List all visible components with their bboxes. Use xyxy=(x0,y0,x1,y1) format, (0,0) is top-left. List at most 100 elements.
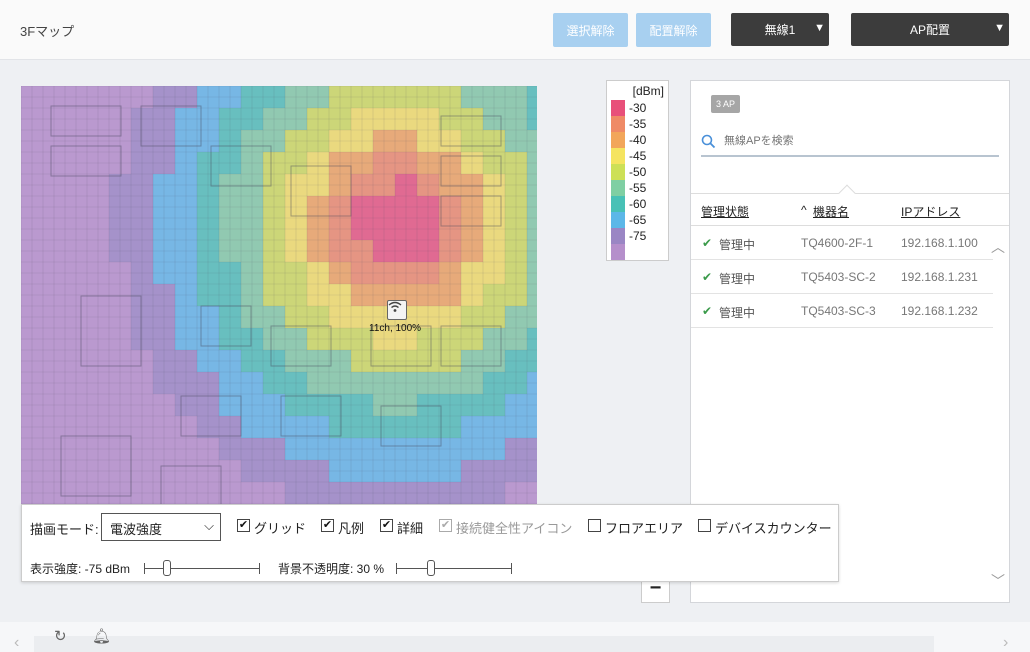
map-controls: 描画モード: 電波強度 ⌵ ✔ グリッド ✔ 凡例 ✔ 詳細 ✔ 接続健全性アイ… xyxy=(21,504,839,582)
status-cell: 管理中 xyxy=(719,272,756,286)
draw-mode-label: 描画モード: xyxy=(30,522,99,537)
legend-swatch xyxy=(611,196,625,212)
legend-value: -50 xyxy=(629,165,647,179)
device-cell: TQ5403-SC-2 xyxy=(801,270,876,284)
legend-value: -35 xyxy=(629,117,647,131)
search-icon xyxy=(701,134,716,148)
bell-icon[interactable]: 🔔︎ xyxy=(92,627,111,645)
legend-item: -35 xyxy=(611,116,664,132)
ap-place-select[interactable]: AP配置 ▼ xyxy=(851,13,1009,46)
legend-unit: [dBm] xyxy=(632,84,664,98)
refresh-icon[interactable]: ↻ xyxy=(54,627,67,645)
opacity-slider-thumb[interactable] xyxy=(426,560,435,576)
legend-swatch xyxy=(611,244,625,260)
legend-swatch xyxy=(611,180,625,196)
table-header: 管理状態 ^ 機器名 IPアドレス xyxy=(691,184,1009,226)
floor-map[interactable]: 11ch, 100% xyxy=(21,86,537,526)
legend-value: -55 xyxy=(629,181,647,195)
caret-down-icon: ▼ xyxy=(814,22,825,34)
signal-legend: [dBm] -30 -35 -40 -45 -50 -55 -60 -65 -75 xyxy=(606,80,669,261)
device-cell: TQ5403-SC-3 xyxy=(801,304,876,318)
health-icon-checkbox: ✔ xyxy=(439,519,452,532)
grid-checkbox[interactable]: ✔ xyxy=(237,519,250,532)
sort-notch xyxy=(838,184,856,202)
search-input[interactable] xyxy=(722,134,982,148)
column-status[interactable]: 管理状態 xyxy=(701,203,749,220)
legend-value: -45 xyxy=(629,149,647,163)
access-point-marker[interactable] xyxy=(387,300,407,320)
heatmap xyxy=(21,86,537,526)
ap-place-select-value: AP配置 xyxy=(909,23,950,37)
scroll-down-icon[interactable]: ﹀ xyxy=(991,571,1005,591)
legend-item: -55 xyxy=(611,180,664,196)
status-cell: 管理中 xyxy=(719,238,756,252)
legend-swatch xyxy=(611,148,625,164)
ip-cell: 192.168.1.100 xyxy=(901,236,978,250)
check-icon: ✔ xyxy=(702,236,713,250)
opacity-label: 背景不透明度: 30 % xyxy=(278,562,385,576)
legend-swatch xyxy=(611,132,625,148)
timeline-track[interactable] xyxy=(34,636,934,652)
draw-mode-value: 電波強度 xyxy=(110,522,163,537)
ip-cell: 192.168.1.232 xyxy=(901,304,978,318)
strength-label: 表示強度: -75 dBm xyxy=(30,562,131,576)
table-row[interactable]: ✔ 管理中 TQ5403-SC-3 192.168.1.232 xyxy=(691,294,993,328)
chevron-down-icon: ⌵ xyxy=(204,518,214,533)
legend-swatch xyxy=(611,100,625,116)
search-box xyxy=(701,127,999,157)
scroll-up-icon[interactable]: ︿ xyxy=(991,237,1005,257)
device-cell: TQ4600-2F-1 xyxy=(801,236,874,250)
ap-count-badge: 3 AP xyxy=(711,95,741,113)
legend-item: -60 xyxy=(611,196,664,212)
floor-area-checkbox-label: フロアエリア xyxy=(605,521,684,536)
floor-area-checkbox[interactable] xyxy=(588,519,601,532)
column-device[interactable]: 機器名 xyxy=(813,203,849,220)
legend-swatch xyxy=(611,212,625,228)
legend-swatch xyxy=(611,228,625,244)
legend-value: -65 xyxy=(629,213,647,227)
status-cell: 管理中 xyxy=(719,306,756,320)
legend-item: -75 xyxy=(611,228,664,244)
legend-item: -65 xyxy=(611,212,664,228)
legend-checkbox[interactable]: ✔ xyxy=(321,519,334,532)
strength-slider[interactable] xyxy=(144,560,260,576)
check-icon: ✔ xyxy=(702,270,713,284)
health-icon-checkbox-label: 接続健全性アイコン xyxy=(456,521,573,536)
device-counter-checkbox[interactable] xyxy=(698,519,711,532)
legend-value: -40 xyxy=(629,133,647,147)
legend-value: -30 xyxy=(629,101,647,115)
bottom-bar: ‹ ↻ 🔔︎ › xyxy=(0,622,1030,652)
top-bar: 3Fマップ 選択解除 配置解除 無線1 ▼ AP配置 ▼ xyxy=(0,0,1030,60)
ip-cell: 192.168.1.231 xyxy=(901,270,978,284)
details-checkbox[interactable]: ✔ xyxy=(380,519,393,532)
table-row[interactable]: ✔ 管理中 TQ4600-2F-1 192.168.1.100 xyxy=(691,226,993,260)
wireless-select-value: 無線1 xyxy=(764,23,796,37)
strength-slider-thumb[interactable] xyxy=(163,560,172,576)
wireless-select[interactable]: 無線1 ▼ xyxy=(731,13,829,46)
legend-item: -40 xyxy=(611,132,664,148)
deselect-button[interactable]: 選択解除 xyxy=(553,13,628,47)
access-point-label: 11ch, 100% xyxy=(369,323,422,334)
legend-value: -60 xyxy=(629,197,647,211)
device-counter-checkbox-label: デバイスカウンター xyxy=(715,521,832,536)
page-title: 3Fマップ xyxy=(20,24,75,39)
table-row[interactable]: ✔ 管理中 TQ5403-SC-2 192.168.1.231 xyxy=(691,260,993,294)
legend-swatch xyxy=(611,164,625,180)
sort-asc-icon: ^ xyxy=(801,203,807,217)
draw-mode-select[interactable]: 電波強度 ⌵ xyxy=(101,513,221,541)
check-icon: ✔ xyxy=(702,304,713,318)
column-ip[interactable]: IPアドレス xyxy=(901,203,960,220)
opacity-slider[interactable] xyxy=(396,560,512,576)
legend-swatch xyxy=(611,116,625,132)
legend-item: -45 xyxy=(611,148,664,164)
caret-down-icon: ▼ xyxy=(994,22,1005,34)
legend-checkbox-label: 凡例 xyxy=(338,521,365,536)
legend-item xyxy=(611,244,664,260)
legend-item: -50 xyxy=(611,164,664,180)
unplace-button[interactable]: 配置解除 xyxy=(636,13,711,47)
chevron-left-icon[interactable]: ‹ xyxy=(14,634,19,652)
grid-checkbox-label: グリッド xyxy=(254,521,307,536)
chevron-right-icon[interactable]: › xyxy=(1003,634,1008,652)
wifi-icon xyxy=(388,301,402,312)
details-checkbox-label: 詳細 xyxy=(397,521,424,536)
